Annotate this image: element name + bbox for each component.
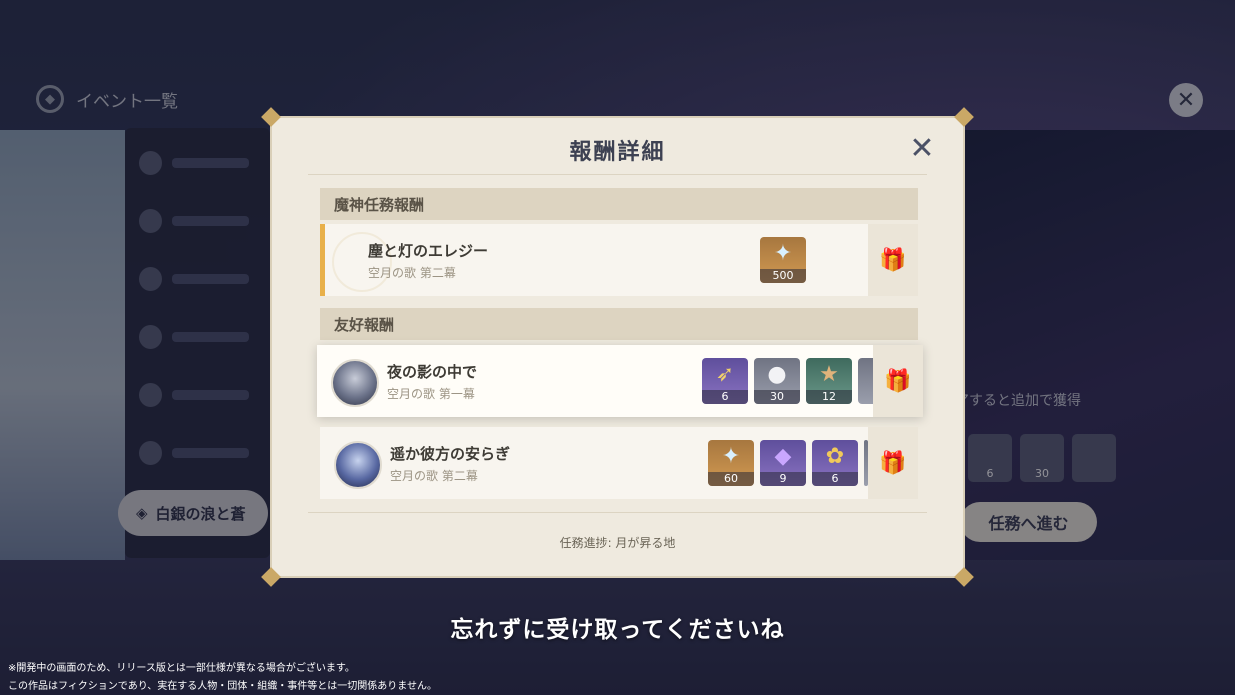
reward-details-dialog: 報酬詳細 ✕ 魔神任務報酬 塵と灯のエレジー 空月の歌 第二幕 ✦ 500 🎁 友… (261, 107, 974, 587)
quest-progress-text: 任務進捗: 月が昇る地 (559, 536, 676, 550)
dialog-title: 報酬詳細 (569, 140, 666, 165)
primogem-icon: ✦ 60 (708, 440, 754, 486)
divider (308, 174, 927, 175)
quest-title: 夜の影の中で (387, 363, 478, 381)
claim-gift-icon[interactable]: 🎁 (868, 224, 918, 296)
quest-title: 遥か彼方の安らぎ (390, 445, 511, 463)
section-header: 友好報酬 (320, 308, 918, 340)
avatar (334, 441, 382, 489)
disclaimer-text: ※開発中の画面のため、リリース版とは一部仕様が異なる場合がございます。 (8, 663, 355, 674)
section-header: 魔神任務報酬 (320, 188, 918, 220)
quest-title: 塵と灯のエレジー (368, 242, 489, 260)
reward-row[interactable]: 塵と灯のエレジー 空月の歌 第二幕 ✦ 500 🎁 (320, 224, 918, 296)
disclaimer-text: この作品はフィクションであり、実在する人物・団体・組織・事件等とは一切関係ありま… (8, 681, 437, 692)
quest-chapter: 空月の歌 第二幕 (368, 266, 456, 280)
pearl-icon: ● 30 (754, 358, 800, 404)
video-subtitle: 忘れずに受け取ってくださいね (450, 617, 785, 643)
quest-chapter: 空月の歌 第二幕 (390, 469, 478, 483)
reward-row[interactable]: 遥か彼方の安らぎ 空月の歌 第二幕 ✦ 60 ◆ 9 ✿ 6 🎁 (320, 427, 918, 499)
starfish-icon: ★ 12 (806, 358, 852, 404)
claim-gift-icon[interactable]: 🎁 (868, 427, 918, 499)
primogem-icon: ✦ 500 (760, 237, 806, 283)
crystal-icon: ◆ 9 (760, 440, 806, 486)
avatar (331, 359, 379, 407)
weapon-sword-icon: ➶ 6 (702, 358, 748, 404)
quest-chapter: 空月の歌 第一幕 (387, 387, 475, 401)
highlight-bar (320, 224, 325, 296)
close-icon[interactable]: ✕ (906, 131, 938, 166)
claim-gift-icon[interactable]: 🎁 (873, 345, 923, 417)
reward-row[interactable]: 夜の影の中で 空月の歌 第一幕 ➶ 6 ● 30 ★ 12 🎁 (317, 345, 923, 417)
sunflower-icon: ✿ 6 (812, 440, 858, 486)
divider (308, 512, 927, 513)
